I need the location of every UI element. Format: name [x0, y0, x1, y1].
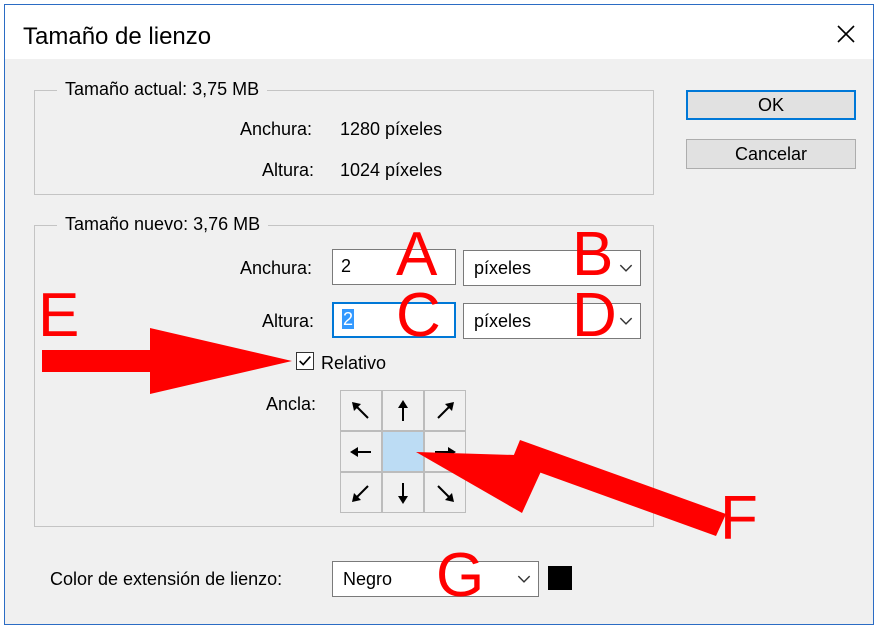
- arrow-up-left-icon: [352, 401, 369, 419]
- height-unit-value: píxeles: [474, 311, 532, 331]
- annotation-d: D: [572, 281, 617, 350]
- dialog-title: Tamaño de lienzo: [23, 23, 212, 50]
- annotation-g: G: [436, 541, 485, 610]
- new-width-input[interactable]: 2: [332, 249, 456, 285]
- extension-color-swatch[interactable]: [548, 566, 572, 590]
- current-height-label: Altura:: [262, 160, 315, 180]
- checkmark-icon: [299, 356, 311, 366]
- current-width-value: 1280 píxeles: [340, 119, 443, 139]
- new-width-label: Anchura:: [240, 258, 313, 278]
- anchor-top-left[interactable]: [340, 390, 382, 431]
- arrow-up-icon: [398, 399, 408, 421]
- chevron-down-icon: [619, 264, 633, 272]
- anchor-top[interactable]: [382, 390, 424, 431]
- ok-button[interactable]: OK: [686, 90, 856, 120]
- current-size-legend: Tamaño actual: 3,75 MB: [57, 79, 268, 100]
- arrow-right-icon: [435, 446, 456, 457]
- relative-checkbox[interactable]: [296, 352, 314, 370]
- anchor-bottom-right[interactable]: [424, 472, 466, 513]
- close-icon: [837, 25, 855, 43]
- annotation-c: C: [396, 281, 441, 350]
- annotation-f: F: [720, 484, 758, 553]
- arrow-down-left-icon: [352, 484, 369, 502]
- arrow-down-icon: [398, 482, 408, 504]
- anchor-grid: [340, 390, 466, 513]
- arrow-up-right-icon: [437, 401, 454, 419]
- annotation-b: B: [572, 220, 614, 289]
- new-height-label: Altura:: [262, 311, 315, 331]
- current-width-label: Anchura:: [240, 119, 313, 139]
- relative-label: Relativo: [321, 353, 387, 373]
- title-bar: Tamaño de lienzo: [5, 5, 873, 59]
- annotation-a: A: [396, 220, 438, 289]
- annotation-e: E: [38, 281, 80, 350]
- cancel-button[interactable]: Cancelar: [686, 139, 856, 169]
- anchor-center[interactable]: [382, 431, 424, 472]
- anchor-label: Ancla:: [266, 394, 317, 414]
- anchor-bottom[interactable]: [382, 472, 424, 513]
- arrow-down-right-icon: [437, 484, 454, 502]
- new-size-legend: Tamaño nuevo: 3,76 MB: [57, 214, 269, 235]
- anchor-left[interactable]: [340, 431, 382, 472]
- extension-color-label: Color de extensión de lienzo:: [50, 569, 283, 589]
- extension-color-value: Negro: [343, 569, 393, 589]
- arrow-left-icon: [350, 446, 371, 457]
- chevron-down-icon: [517, 575, 531, 583]
- current-height-value: 1024 píxeles: [340, 160, 443, 180]
- anchor-right[interactable]: [424, 431, 466, 472]
- new-width-value: 2: [341, 256, 352, 276]
- new-height-value: 2: [342, 309, 355, 329]
- width-unit-value: píxeles: [474, 258, 532, 278]
- chevron-down-icon: [619, 317, 633, 325]
- anchor-top-right[interactable]: [424, 390, 466, 431]
- anchor-bottom-left[interactable]: [340, 472, 382, 513]
- close-button[interactable]: [831, 19, 861, 49]
